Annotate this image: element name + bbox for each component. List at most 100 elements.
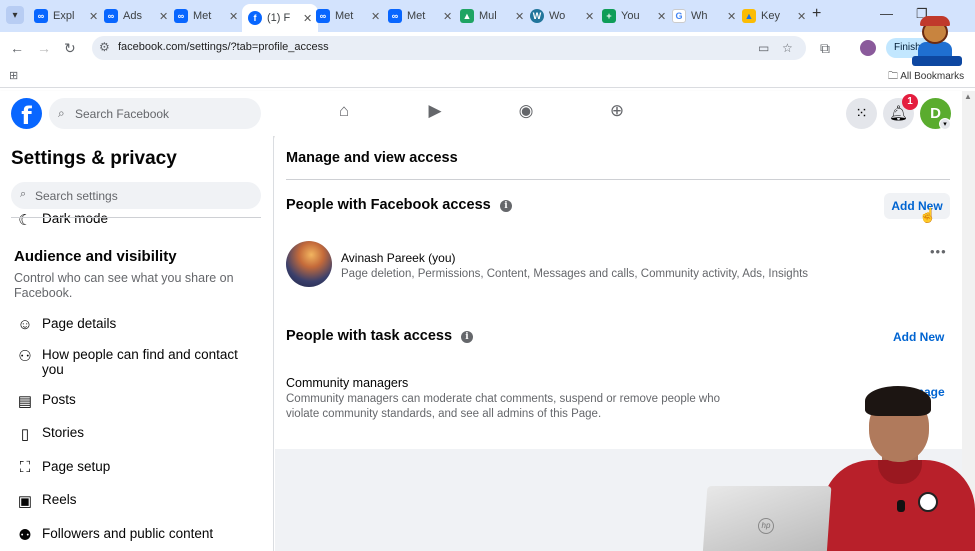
browser-tab[interactable]: ▲ Key ✕: [742, 4, 806, 28]
sidebar-item-label: Posts: [42, 392, 76, 407]
scroll-up-icon[interactable]: ▲: [964, 92, 972, 101]
settings-title: Settings & privacy: [11, 148, 177, 169]
close-icon[interactable]: ✕: [797, 10, 806, 23]
tab-search-icon[interactable]: ▾: [6, 6, 24, 24]
sidebar-item-label: How people can find and contact you: [42, 347, 238, 377]
tab-title: Met: [193, 10, 212, 22]
close-icon[interactable]: ✕: [657, 10, 666, 23]
close-icon[interactable]: ✕: [229, 10, 238, 23]
sidebar-item-page-details[interactable]: ☺ Page details: [14, 316, 252, 333]
person-name: Avinash Pareek (you): [341, 251, 456, 265]
sidebar-item-label: Reels: [42, 492, 77, 507]
extensions-icon[interactable]: ⧉: [820, 40, 830, 57]
browser-tab[interactable]: ∞ Ads ✕: [104, 4, 168, 28]
channel-mascot-logo: [912, 16, 962, 68]
apps-grid-icon[interactable]: ⊞: [9, 69, 18, 82]
wordpress-icon: W: [530, 9, 544, 23]
gaming-icon[interactable]: ⊕: [604, 101, 630, 127]
minimize-icon[interactable]: —: [880, 6, 893, 21]
video-icon[interactable]: ▶: [422, 101, 448, 127]
bookmark-star-icon[interactable]: ☆: [782, 41, 793, 55]
groups-icon[interactable]: ◉: [513, 101, 539, 127]
tab-title: You: [621, 10, 640, 22]
close-icon[interactable]: ✕: [585, 10, 594, 23]
facebook-search-input[interactable]: ⌕ Search Facebook: [49, 98, 261, 129]
facebook-access-title: People with Facebook access: [286, 197, 491, 213]
browser-tab-active[interactable]: f (1) F ✕: [242, 4, 319, 32]
sidebar-item-dark-mode[interactable]: ☾ Dark mode: [14, 211, 252, 229]
browser-tab[interactable]: ∞ Met ✕: [174, 4, 238, 28]
url-omnibox[interactable]: ⚙ facebook.com/settings/?tab=profile_acc…: [92, 36, 806, 60]
close-icon[interactable]: ✕: [89, 10, 98, 23]
webcam-overlay: hp: [700, 382, 975, 551]
menu-grid-icon[interactable]: ⁙: [846, 98, 877, 129]
sidebar-item-reels[interactable]: ▣ Reels: [14, 492, 252, 510]
bookmarks-bar: ⊞ 🗀 All Bookmarks: [0, 64, 975, 88]
followers-icon: ⚉: [18, 527, 32, 544]
facebook-logo-icon[interactable]: f: [11, 98, 42, 129]
tab-title: (1) F: [267, 12, 291, 24]
meta-icon: ∞: [174, 9, 188, 23]
person-permissions: Page deletion, Permissions, Content, Mes…: [341, 268, 809, 280]
hand-cursor-icon: ☝: [919, 207, 937, 223]
sidebar-item-page-setup[interactable]: ⛶ Page setup: [14, 459, 252, 476]
forward-icon[interactable]: →: [37, 40, 51, 56]
close-icon[interactable]: ✕: [371, 10, 380, 23]
more-options-icon[interactable]: •••: [930, 244, 947, 259]
browser-tab[interactable]: W Wo ✕: [530, 4, 594, 28]
settings-search-input[interactable]: ⌕ Search settings: [11, 182, 261, 209]
all-bookmarks-label: All Bookmarks: [900, 71, 965, 82]
meta-icon: ∞: [388, 9, 402, 23]
browser-tab[interactable]: ▲ Mul ✕: [460, 4, 524, 28]
home-icon[interactable]: ⌂: [331, 101, 357, 127]
browser-tab[interactable]: ∞ Met ✕: [316, 4, 380, 28]
task-access-title: People with task access: [286, 328, 453, 344]
sidebar-item-followers[interactable]: ⚉ Followers and public content: [14, 526, 252, 544]
close-icon[interactable]: ✕: [159, 10, 168, 23]
browser-tab[interactable]: G Wh ✕: [672, 4, 736, 28]
sidebar-item-stories[interactable]: ▯ Stories: [14, 425, 252, 443]
add-new-facebook-access-button[interactable]: Add New: [884, 193, 950, 219]
tab-title: Key: [761, 10, 780, 22]
sidebar-item-find-contact[interactable]: ⚇ How people can find and contact you: [14, 347, 252, 377]
folder-icon: 🗀: [888, 71, 898, 82]
browser-tab[interactable]: + You ✕: [602, 4, 666, 28]
drive-icon: ▲: [460, 9, 474, 23]
close-icon[interactable]: ✕: [727, 10, 736, 23]
back-icon[interactable]: ←: [10, 40, 24, 56]
facebook-icon: f: [248, 11, 262, 25]
close-icon[interactable]: ✕: [515, 10, 524, 23]
tab-title: Wh: [691, 10, 708, 22]
divider: [11, 217, 261, 218]
sidebar-item-label: Page details: [42, 316, 117, 331]
info-icon[interactable]: i: [461, 331, 473, 343]
sidebar-item-posts[interactable]: ▤ Posts: [14, 392, 252, 410]
search-placeholder: Search Facebook: [75, 107, 170, 121]
browser-tab[interactable]: ∞ Met ✕: [388, 4, 452, 28]
browser-tab[interactable]: ∞ Expl ✕: [34, 4, 98, 28]
tab-title: Met: [335, 10, 354, 22]
new-tab-icon[interactable]: +: [812, 5, 821, 23]
site-info-icon[interactable]: ⚙: [99, 40, 110, 54]
sidebar-item-label: Followers and public content: [42, 526, 214, 541]
sheets-icon: +: [602, 9, 616, 23]
chevron-down-icon[interactable]: ▾: [939, 118, 951, 130]
sidebar-item-label: Stories: [42, 425, 85, 440]
avatar[interactable]: [286, 241, 332, 287]
all-bookmarks-button[interactable]: 🗀 All Bookmarks: [888, 69, 964, 86]
page-title: Manage and view access: [286, 150, 458, 166]
browser-tab-bar: ▾ ∞ Expl ✕ ∞ Ads ✕ ∞ Met ✕ f (1) F ✕ ∞ M…: [0, 0, 975, 32]
info-icon[interactable]: i: [500, 200, 512, 212]
reload-icon[interactable]: ↻: [64, 40, 76, 57]
add-new-task-access-button[interactable]: Add New: [893, 330, 944, 344]
close-icon[interactable]: ✕: [303, 12, 312, 25]
meta-icon: ∞: [104, 9, 118, 23]
browser-profile-icon[interactable]: [860, 40, 876, 56]
close-icon[interactable]: ✕: [443, 10, 452, 23]
settings-search-placeholder: Search settings: [35, 189, 118, 203]
meta-icon: ∞: [34, 9, 48, 23]
hp-logo-icon: hp: [758, 518, 774, 534]
install-app-icon[interactable]: ▭: [758, 41, 769, 55]
page-setup-icon: ⛶: [19, 459, 31, 476]
divider: [286, 179, 950, 180]
